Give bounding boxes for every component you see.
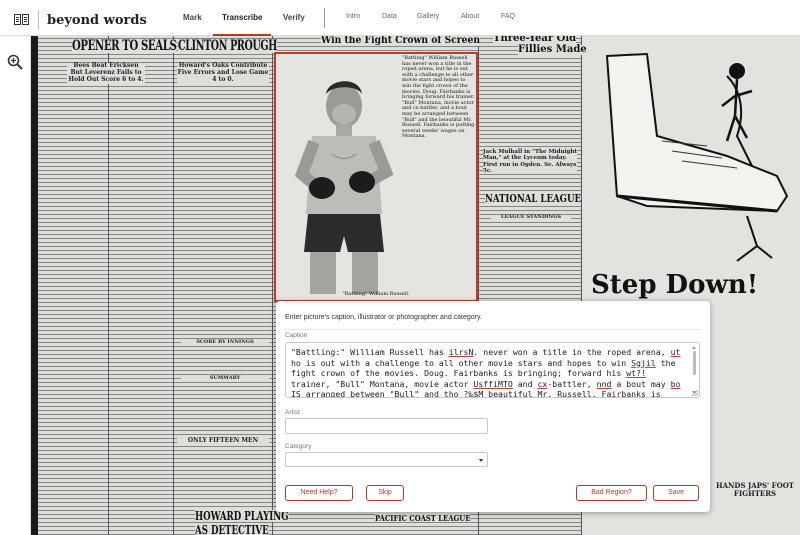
caption-textarea[interactable]: "Battling:" William Russell has ilrsN. n… (285, 342, 700, 398)
headline: Win the Fight Crown of Screen (321, 36, 481, 46)
subheadline: ONLY FIFTEEN MEN (177, 437, 269, 445)
dialog-divider (285, 329, 701, 330)
boxer-photo (282, 64, 402, 294)
resize-grip-icon[interactable] (692, 390, 698, 396)
artist-input[interactable] (285, 418, 488, 434)
save-button[interactable]: Save (653, 485, 699, 501)
category-label: Category (285, 443, 312, 450)
chevron-down-icon (479, 459, 483, 462)
shoe-ad-illustration (587, 46, 797, 266)
top-nav-bar: beyond words Mark Transcribe Verify Intr… (0, 0, 800, 36)
need-help-button[interactable]: Need Help? (285, 485, 353, 501)
tab-mark[interactable]: Mark (183, 13, 202, 22)
headline: CLINTON PROUGH (178, 38, 277, 54)
selected-picture-region[interactable]: "Battling" William Russell has never won… (274, 52, 478, 302)
misspelled-word[interactable]: UsffiMTO (473, 379, 512, 389)
bad-region-button[interactable]: Bad Region? (576, 485, 647, 501)
subheadline: SCORE BY INNINGS (181, 339, 269, 346)
column-rule (108, 36, 109, 535)
nav-divider (324, 8, 325, 28)
app-title: beyond words (47, 12, 147, 28)
nav-link-gallery[interactable]: Gallery (417, 13, 439, 20)
logo-divider (38, 10, 39, 30)
ad-text-block (714, 306, 799, 316)
subheadline: Jack Mulhall in "The Midnight Man," at t… (483, 149, 577, 175)
caption-scrollbar[interactable] (692, 346, 697, 394)
category-select[interactable] (285, 452, 488, 467)
misspelled-word[interactable]: bo (671, 379, 681, 389)
headline: HOWARD PLAYING (195, 509, 289, 523)
newspaper-column (38, 36, 108, 535)
caption-text[interactable]: "Battling:" William Russell has ilrsN. n… (291, 347, 689, 397)
caption-text-segment[interactable]: -battler, (547, 379, 596, 389)
photo-caption-text: "Battling" William Russell. (342, 291, 410, 297)
skip-button[interactable]: Skip (366, 485, 404, 501)
caption-text-segment[interactable]: beautiful Mr. Russell. Fairbanks is (483, 389, 661, 397)
column-rule (173, 36, 174, 535)
active-tab-indicator (213, 34, 271, 36)
nav-link-about[interactable]: About (461, 13, 479, 20)
caption-text-segment[interactable]: "Battling:" William Russell has (291, 347, 449, 357)
headline: Step Down! (591, 270, 759, 300)
headline: NATIONAL LEAGUE (485, 192, 582, 205)
transcribe-dialog: Enter picture's caption, illustrator or … (276, 301, 710, 512)
misspelled-word[interactable]: ut (671, 347, 681, 357)
misspelled-word[interactable]: ilrsN (449, 347, 474, 357)
caption-text-segment[interactable]: a bout may (611, 379, 670, 389)
book-icon (14, 13, 30, 27)
app-logo[interactable]: beyond words (14, 10, 147, 30)
misspelled-word[interactable]: ?‰$M (464, 389, 484, 397)
subheadline: SUMMARY (181, 375, 269, 382)
nav-link-data[interactable]: Data (382, 13, 397, 20)
page-edge (31, 36, 38, 535)
misspelled-word[interactable]: Sgjil (631, 358, 656, 368)
viewer-toolbar (0, 36, 31, 535)
subheadline: Bees Beat Ericksen But Leverenz Fails to… (67, 62, 145, 84)
tab-transcribe[interactable]: Transcribe (222, 13, 262, 22)
subheadline: LEAGUE STANDINGS (491, 214, 571, 221)
headline: PACIFIC COAST LEAGUE (375, 513, 471, 523)
subheadline: Howard's Oaks Contribute Five Errors and… (177, 62, 269, 84)
subheadline: HANDS JAPS' FOOT FIGHTERS (711, 481, 799, 499)
headline: Three-Year Old (493, 36, 577, 44)
misspelled-word[interactable]: wt?! (626, 368, 646, 378)
headline: AS DETECTIVE (195, 523, 269, 535)
headline: OPENER TO SEALS (72, 38, 177, 54)
newspaper-column (174, 36, 272, 535)
nav-link-intro[interactable]: Intro (346, 13, 360, 20)
column-rule (272, 36, 273, 535)
nav-link-faq[interactable]: FAQ (501, 13, 515, 20)
misspelled-word[interactable]: cx (537, 379, 547, 389)
misspelled-word[interactable]: nnd (597, 379, 612, 389)
caption-text-segment[interactable]: . never won a title in the roped arena, (473, 347, 670, 357)
artist-label: Artist (285, 409, 300, 416)
caption-label: Caption (285, 332, 308, 339)
dialog-instruction: Enter picture's caption, illustrator or … (285, 314, 482, 321)
caption-text-segment[interactable]: and (513, 379, 538, 389)
photo-blurb-text: "Battling" William Russell has never won… (402, 55, 476, 140)
newspaper-column (109, 36, 173, 535)
zoom-in-icon[interactable] (7, 54, 23, 70)
tab-verify[interactable]: Verify (283, 13, 305, 22)
headline: Fillies Made (518, 44, 587, 55)
